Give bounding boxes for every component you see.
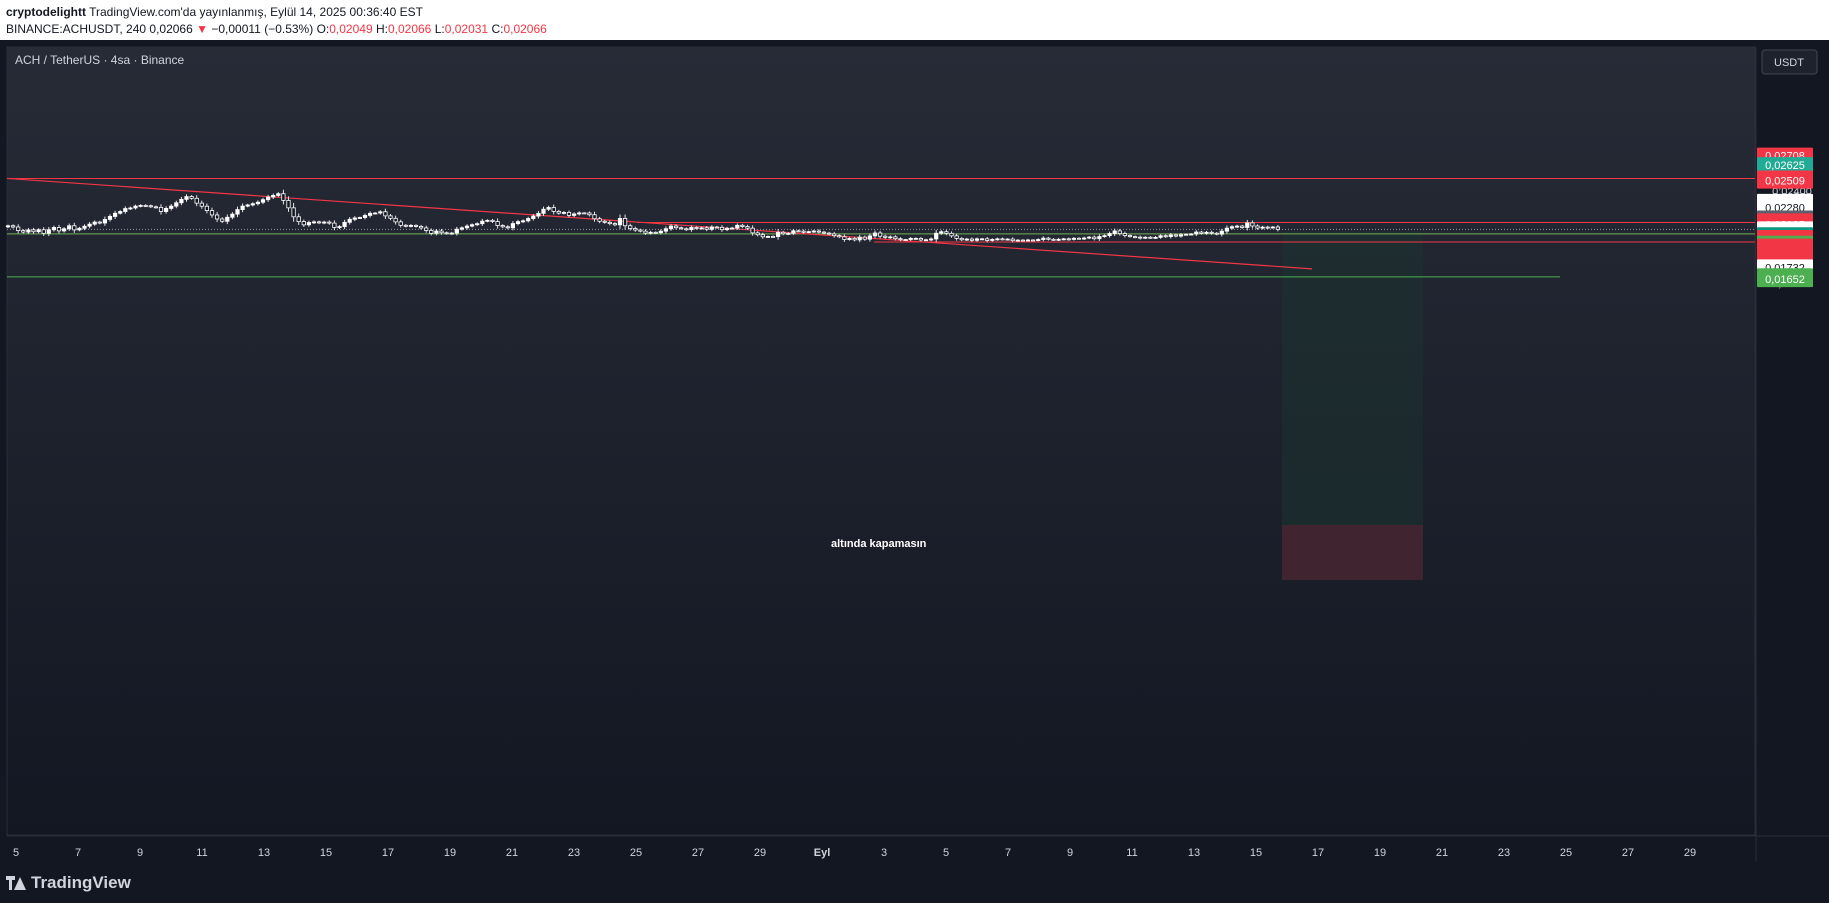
time-tick-label: 17	[1312, 847, 1324, 859]
time-tick-label: 19	[444, 847, 456, 859]
tradingview-logo-text: TradingView	[31, 873, 131, 892]
time-tick-label: 5	[943, 847, 949, 859]
time-tick-label: 19	[1374, 847, 1386, 859]
time-tick-label: 23	[1498, 847, 1510, 859]
time-tick-label: 3	[881, 847, 887, 859]
time-tick-label: 27	[1622, 847, 1634, 859]
currency-button-label: USDT	[1774, 57, 1804, 69]
svg-text:0,02509: 0,02509	[1765, 176, 1805, 188]
time-tick-label: 9	[137, 847, 143, 859]
time-tick-label: 5	[13, 847, 19, 859]
time-tick-label: 7	[75, 847, 81, 859]
tradingview-logo-icon	[6, 876, 26, 890]
time-tick-label: 25	[630, 847, 642, 859]
time-tick-label: 9	[1067, 847, 1073, 859]
position-box-target	[1282, 232, 1423, 525]
time-tick-label: 11	[196, 847, 207, 859]
time-tick-label: 17	[382, 847, 394, 859]
annotation-text[interactable]: altında kapamasın	[831, 538, 927, 550]
time-tick-label: 13	[258, 847, 270, 859]
time-tick-label: 11	[1126, 847, 1137, 859]
price-tag: 0,01652	[1757, 271, 1813, 288]
price-tags: 0,027080,026250,025100,025090,025090,022…	[1757, 147, 1813, 288]
time-tick-label: 25	[1560, 847, 1572, 859]
tradingview-logo[interactable]: TradingView	[6, 873, 131, 893]
time-tick-label: 21	[1436, 847, 1448, 859]
time-tick-label: Eyl	[814, 847, 831, 859]
time-tick-label: 29	[754, 847, 766, 859]
time-tick-label: 29	[1684, 847, 1696, 859]
time-tick-label: 7	[1005, 847, 1011, 859]
time-tick-label: 21	[506, 847, 518, 859]
position-box-stop	[1282, 525, 1423, 580]
time-tick-label: 15	[1250, 847, 1262, 859]
time-tick-label: 15	[320, 847, 332, 859]
time-tick-label: 13	[1188, 847, 1200, 859]
svg-text:0,02625: 0,02625	[1765, 160, 1805, 172]
chart-pane[interactable]	[6, 46, 1756, 836]
pane-title: ACH / TetherUS · 4sa · Binance	[15, 53, 185, 67]
price-tag: 0,02509	[1757, 172, 1813, 189]
price-chart[interactable]: 0,026500,026000,024500,024000,023500,022…	[0, 0, 1829, 903]
svg-text:0,01652: 0,01652	[1765, 274, 1805, 286]
time-tick-label: 23	[568, 847, 580, 859]
time-tick-label: 27	[692, 847, 704, 859]
